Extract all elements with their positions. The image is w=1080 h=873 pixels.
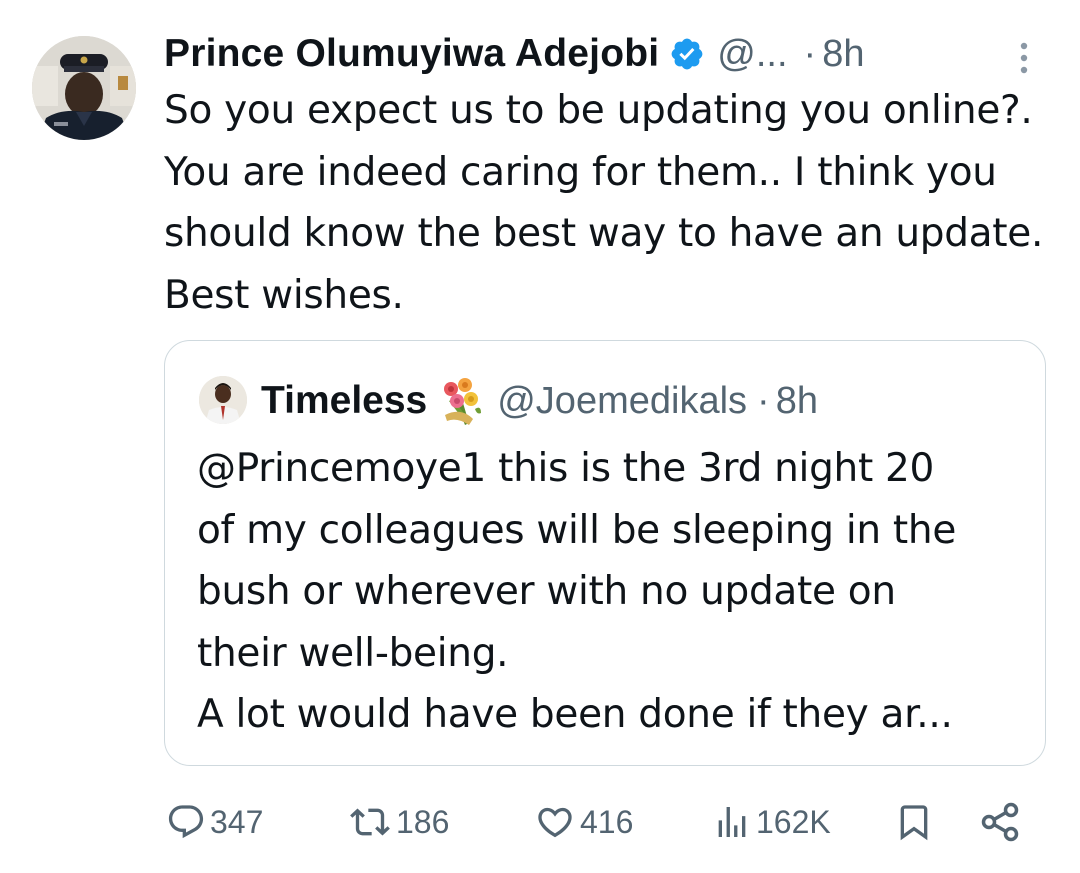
- quoted-text-line: A lot would have been done if they ar...: [197, 692, 953, 737]
- action-bar: 347 186 416 162K: [164, 796, 1034, 848]
- quoted-text-line: their well-being.: [197, 630, 509, 676]
- tweet-header: Prince Olumuyiwa Adejobi @... · 8h: [164, 28, 864, 80]
- quoted-text-line: of my colleagues will be sleeping in the: [197, 507, 957, 553]
- quoted-text-line: bush or wherever with no update on: [197, 569, 896, 614]
- verified-badge-icon[interactable]: [669, 36, 705, 72]
- timestamp[interactable]: 8h: [822, 33, 864, 76]
- quoted-timestamp[interactable]: 8h: [776, 380, 818, 423]
- heart-icon: [538, 807, 572, 838]
- like-button[interactable]: 416: [534, 796, 633, 848]
- quoted-author-avatar[interactable]: [199, 376, 247, 424]
- quoted-author-handle[interactable]: @Joemedikals: [497, 380, 747, 423]
- share-icon: [981, 802, 1019, 842]
- repost-icon: [350, 808, 390, 836]
- quoted-tweet-text: @Princemoye1 this is the 3rd night 20 of…: [197, 438, 1033, 746]
- tweet-card[interactable]: Prince Olumuyiwa Adejobi @... · 8h So yo…: [0, 0, 1080, 873]
- author-avatar[interactable]: [32, 36, 136, 140]
- quoted-text-line: @Princemoye1 this is the 3rd night 20: [197, 446, 935, 491]
- reply-button[interactable]: 347: [166, 796, 263, 848]
- views-button[interactable]: 162K: [712, 796, 831, 848]
- more-options-icon[interactable]: [1016, 40, 1032, 76]
- repost-button[interactable]: 186: [348, 796, 449, 848]
- quoted-author-name[interactable]: Timeless: [261, 379, 427, 423]
- reply-count: 347: [210, 803, 264, 840]
- reply-icon: [168, 805, 204, 839]
- views-count: 162K: [756, 803, 831, 840]
- separator-dot: ·: [803, 32, 817, 75]
- bouquet-icon: [435, 375, 487, 427]
- author-handle[interactable]: @...: [717, 33, 787, 76]
- views-icon: [718, 807, 746, 837]
- bookmark-icon: [900, 805, 928, 841]
- repost-count: 186: [396, 803, 450, 840]
- like-count: 416: [580, 803, 634, 840]
- quoted-separator-dot: ·: [757, 379, 770, 422]
- author-name[interactable]: Prince Olumuyiwa Adejobi: [164, 32, 659, 76]
- bookmark-button[interactable]: [894, 796, 934, 848]
- share-button[interactable]: [978, 796, 1022, 848]
- quoted-tweet[interactable]: Timeless @Joemedikals · 8h @Princemoye1 …: [164, 340, 1046, 766]
- tweet-text: So you expect us to be updating you onli…: [164, 88, 1044, 318]
- quoted-tweet-header: Timeless @Joemedikals · 8h: [261, 371, 818, 431]
